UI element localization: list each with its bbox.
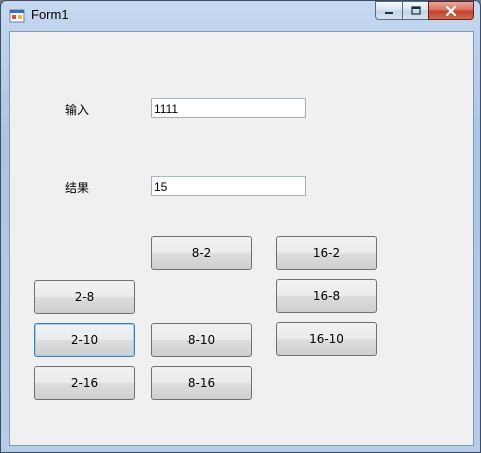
minimize-button[interactable] [375,1,402,20]
button-8-2[interactable]: 8-2 [151,236,252,270]
button-2-16[interactable]: 2-16 [34,366,135,400]
button-16-8[interactable]: 16-8 [276,279,377,313]
maximize-icon [410,6,421,15]
input-label: 输入 [65,103,90,117]
form1-window: Form1 输入 1111 结果 15 8-2 16-2 2-8 16-8 2-… [0,0,481,453]
close-icon [445,5,457,16]
caption-buttons [375,1,474,21]
button-2-10[interactable]: 2-10 [34,323,135,357]
form-client-area: 输入 1111 结果 15 8-2 16-2 2-8 16-8 2-10 8-1… [9,31,474,446]
maximize-button[interactable] [402,1,428,20]
button-8-10[interactable]: 8-10 [151,323,252,357]
form-app-icon[interactable] [9,8,25,24]
button-8-16[interactable]: 8-16 [151,366,252,400]
minimize-icon [385,11,393,14]
button-2-8[interactable]: 2-8 [34,280,135,314]
window-title: Form1 [31,7,69,22]
close-button[interactable] [428,1,474,20]
input-textbox[interactable]: 1111 [151,98,306,118]
result-textbox[interactable]: 15 [151,176,306,196]
title-bar[interactable]: Form1 [1,1,480,29]
result-label: 结果 [65,181,90,195]
button-16-10[interactable]: 16-10 [276,322,377,356]
button-16-2[interactable]: 16-2 [276,236,377,270]
